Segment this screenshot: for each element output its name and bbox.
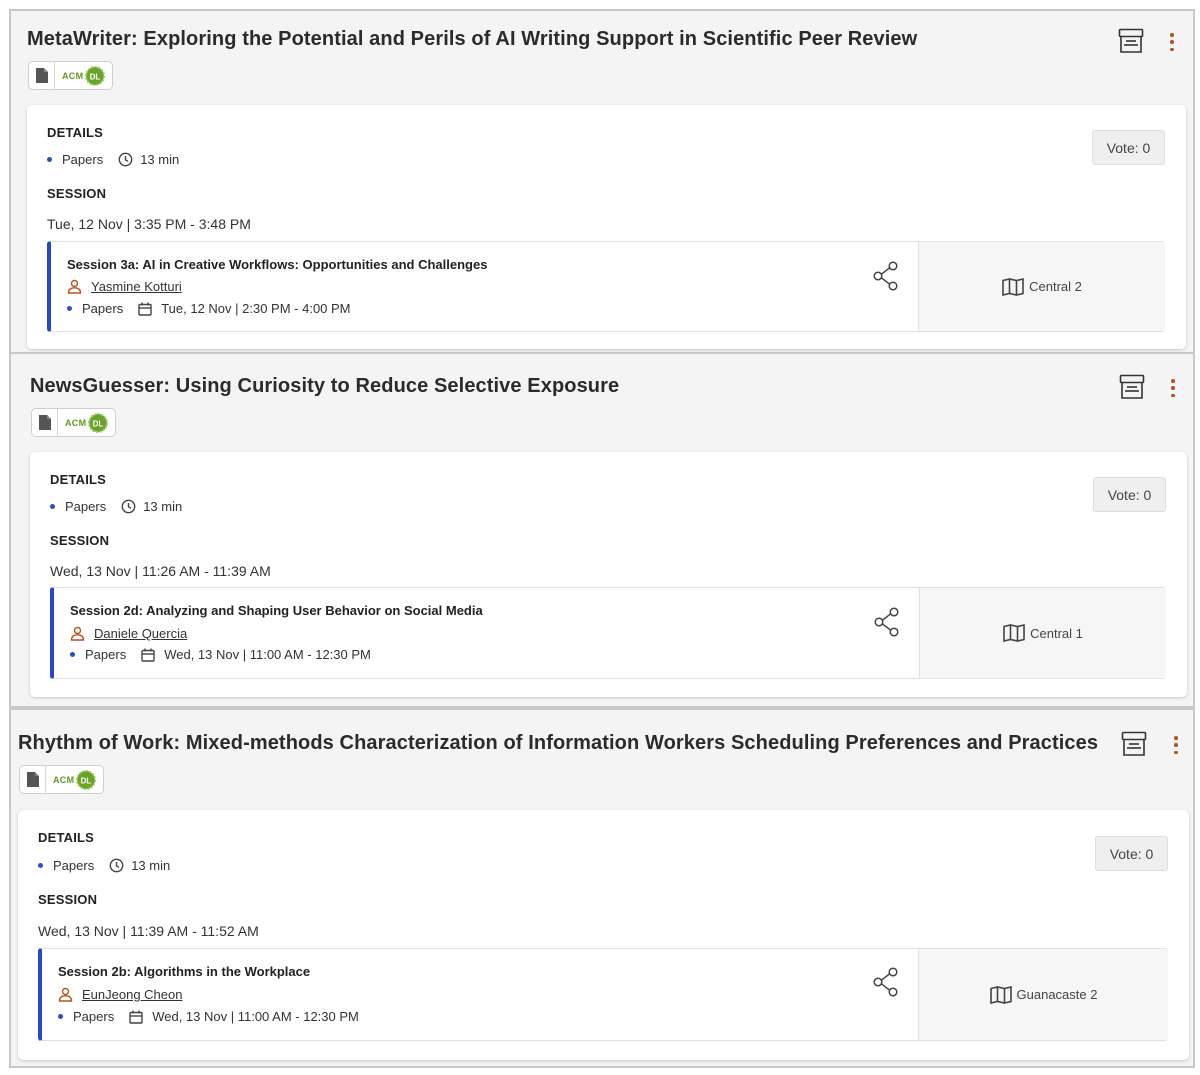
type-dot-icon (50, 504, 55, 509)
session-author: Yasmine Kotturi (67, 279, 182, 294)
presentation-time: Tue, 12 Nov | 3:35 PM - 3:48 PM (47, 216, 251, 232)
paper-entry: NewsGuesser: Using Curiosity to Reduce S… (9, 352, 1195, 708)
svg-text:DL: DL (93, 419, 104, 428)
person-icon (70, 626, 85, 641)
share-icon[interactable] (873, 261, 899, 296)
room-name: Guanacaste 2 (1016, 987, 1098, 1002)
type-dot-icon (47, 157, 52, 162)
paper-meta: Papers 13 min (47, 152, 179, 167)
session-author: EunJeong Cheon (58, 987, 182, 1002)
room-location[interactable]: Guanacaste 2 (918, 949, 1168, 1040)
calendar-icon (129, 1010, 143, 1024)
archive-icon[interactable] (1118, 373, 1146, 406)
paper-meta: Papers 13 min (38, 858, 170, 873)
type-dot-icon (38, 863, 43, 868)
author-link[interactable]: Daniele Quercia (94, 626, 187, 641)
more-options-icon[interactable] (1173, 736, 1179, 754)
acm-label: ACM (65, 417, 87, 428)
document-icon (29, 62, 55, 89)
clock-icon (118, 152, 133, 167)
document-icon (32, 409, 58, 436)
vote-button[interactable]: Vote: 0 (1092, 130, 1165, 165)
calendar-icon (141, 648, 155, 662)
session-name[interactable]: Session 3a: AI in Creative Workflows: Op… (67, 257, 487, 272)
details-heading: DETAILS (50, 472, 107, 487)
session-info-box[interactable]: Session 3a: AI in Creative Workflows: Op… (47, 241, 1165, 332)
map-icon (989, 985, 1012, 1004)
paper-details-card: DETAILS Papers 13 min SESSION Tue, 12 No… (27, 105, 1186, 349)
archive-icon[interactable] (1117, 27, 1145, 60)
session-type: Papers (82, 301, 124, 316)
person-icon (67, 279, 82, 294)
acm-label: ACM (62, 70, 84, 81)
svg-text:DL: DL (81, 776, 92, 785)
acm-dl-logo-icon: DL (85, 65, 106, 86)
acm-dl-badge[interactable]: ACM DL (31, 408, 116, 437)
session-author: Daniele Quercia (70, 626, 187, 641)
person-icon (58, 987, 73, 1002)
map-icon (1003, 624, 1025, 642)
map-icon (1002, 277, 1024, 296)
details-heading: DETAILS (47, 125, 104, 140)
session-info-box[interactable]: Session 2d: Analyzing and Shaping User B… (50, 587, 1166, 679)
author-link[interactable]: EunJeong Cheon (82, 987, 182, 1002)
paper-duration: 13 min (140, 152, 180, 167)
document-icon (20, 766, 46, 793)
share-icon[interactable] (873, 967, 899, 1002)
paper-title[interactable]: Rhythm of Work: Mixed-methods Characteri… (18, 732, 1098, 755)
room-name: Central 2 (1029, 279, 1082, 294)
acm-label: ACM (53, 774, 75, 785)
more-options-icon[interactable] (1170, 379, 1176, 397)
presentation-time: Wed, 13 Nov | 11:26 AM - 11:39 AM (50, 563, 271, 579)
room-location[interactable]: Central 1 (919, 588, 1166, 678)
paper-duration: 13 min (131, 858, 171, 873)
session-meta: Papers Tue, 12 Nov | 2:30 PM - 4:00 PM (67, 301, 351, 316)
acm-dl-badge[interactable]: ACM DL (28, 61, 113, 90)
session-name[interactable]: Session 2b: Algorithms in the Workplace (58, 964, 310, 979)
session-info-box[interactable]: Session 2b: Algorithms in the Workplace … (38, 948, 1168, 1041)
vote-button[interactable]: Vote: 0 (1095, 836, 1168, 871)
session-heading: SESSION (47, 186, 107, 201)
session-meta: Papers Wed, 13 Nov | 11:00 AM - 12:30 PM (58, 1009, 359, 1024)
acm-dl-logo-icon: DL (88, 412, 109, 433)
archive-icon[interactable] (1120, 730, 1148, 763)
session-time: Wed, 13 Nov | 11:00 AM - 12:30 PM (164, 647, 371, 662)
paper-type: Papers (53, 858, 95, 873)
session-time: Wed, 13 Nov | 11:00 AM - 12:30 PM (152, 1009, 359, 1024)
session-heading: SESSION (38, 892, 98, 907)
paper-entry: Rhythm of Work: Mixed-methods Characteri… (9, 708, 1195, 1068)
session-name[interactable]: Session 2d: Analyzing and Shaping User B… (70, 603, 483, 618)
clock-icon (109, 858, 124, 873)
share-icon[interactable] (874, 607, 900, 642)
acm-dl-logo-icon: DL (76, 769, 97, 790)
room-location[interactable]: Central 2 (918, 242, 1165, 331)
paper-meta: Papers 13 min (50, 499, 182, 514)
presentation-time: Wed, 13 Nov | 11:39 AM - 11:52 AM (38, 923, 259, 939)
author-link[interactable]: Yasmine Kotturi (91, 279, 182, 294)
paper-title[interactable]: MetaWriter: Exploring the Potential and … (27, 28, 917, 51)
room-name: Central 1 (1030, 625, 1083, 641)
paper-type: Papers (62, 152, 104, 167)
session-heading: SESSION (50, 533, 110, 548)
paper-type: Papers (65, 499, 107, 514)
details-heading: DETAILS (38, 830, 95, 845)
more-options-icon[interactable] (1169, 33, 1175, 51)
paper-duration: 13 min (143, 499, 183, 514)
session-type: Papers (73, 1009, 115, 1024)
paper-entry: MetaWriter: Exploring the Potential and … (9, 9, 1195, 354)
type-dot-icon (70, 652, 75, 657)
paper-details-card: DETAILS Papers 13 min SESSION Wed, 13 No… (30, 452, 1187, 697)
session-type: Papers (85, 647, 127, 662)
session-time: Tue, 12 Nov | 2:30 PM - 4:00 PM (161, 301, 351, 316)
session-meta: Papers Wed, 13 Nov | 11:00 AM - 12:30 PM (70, 647, 371, 662)
type-dot-icon (58, 1014, 63, 1019)
paper-title[interactable]: NewsGuesser: Using Curiosity to Reduce S… (30, 375, 619, 398)
svg-text:DL: DL (90, 72, 101, 81)
paper-details-card: DETAILS Papers 13 min SESSION Wed, 13 No… (18, 810, 1189, 1060)
acm-dl-badge[interactable]: ACM DL (19, 765, 104, 794)
calendar-icon (138, 302, 152, 316)
clock-icon (121, 499, 136, 514)
type-dot-icon (67, 306, 72, 311)
vote-button[interactable]: Vote: 0 (1093, 477, 1166, 512)
